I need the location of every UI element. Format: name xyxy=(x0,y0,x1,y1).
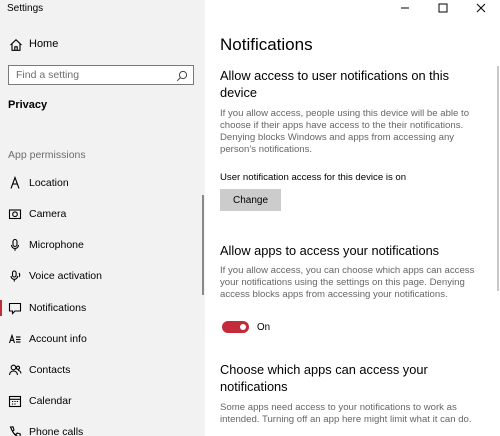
home-label: Home xyxy=(29,38,59,50)
section-description-choose-apps: Some apps need access to your notificati… xyxy=(220,402,472,425)
location-icon xyxy=(8,175,22,190)
sidebar-item-label: Phone calls xyxy=(29,426,84,436)
window-controls xyxy=(386,0,500,16)
notifications-icon xyxy=(8,301,22,315)
sidebar-item-phone-calls[interactable]: Phone calls xyxy=(0,418,205,436)
sidebar-item-account-info[interactable]: Account info xyxy=(0,325,205,353)
sidebar-item-label: Notifications xyxy=(29,302,87,314)
toggle-label: On xyxy=(257,322,271,333)
device-access-status: User notification access for this device… xyxy=(220,172,407,183)
section-heading-device-access: Allow access to user notifications on th… xyxy=(220,68,450,100)
sidebar-item-contacts[interactable]: Contacts xyxy=(0,356,205,384)
sidebar-scrollbar[interactable] xyxy=(202,195,204,295)
close-icon xyxy=(476,3,486,13)
search-icon[interactable] xyxy=(176,69,188,82)
minimize-button[interactable] xyxy=(386,0,424,16)
camera-icon xyxy=(8,207,22,221)
group-label: App permissions xyxy=(8,149,86,161)
sidebar-item-calendar[interactable]: Calendar xyxy=(0,387,205,415)
microphone-icon xyxy=(8,238,22,252)
sidebar-item-camera[interactable]: Camera xyxy=(0,200,205,228)
minimize-icon xyxy=(401,7,409,9)
search-input[interactable] xyxy=(9,66,169,84)
sidebar-item-label: Calendar xyxy=(29,395,72,407)
sidebar-item-location[interactable]: Location xyxy=(0,169,205,197)
sidebar-item-label: Microphone xyxy=(29,239,84,251)
sidebar-item-label: Location xyxy=(29,177,69,189)
home-icon xyxy=(9,38,23,52)
sidebar-item-label: Camera xyxy=(29,208,67,220)
sidebar-item-label: Account info xyxy=(29,333,87,345)
change-button[interactable]: Change xyxy=(220,189,281,211)
contacts-icon xyxy=(8,363,22,377)
app-access-toggle[interactable] xyxy=(222,321,249,333)
voice-activation-icon xyxy=(8,269,22,283)
main-scrollbar[interactable] xyxy=(497,66,499,291)
maximize-icon xyxy=(438,3,448,13)
sidebar-item-label: Contacts xyxy=(29,364,71,376)
search-box[interactable] xyxy=(8,65,194,85)
section-heading-app-access: Allow apps to access your notifications xyxy=(220,243,440,258)
calendar-icon xyxy=(8,394,22,408)
toggle-knob xyxy=(240,324,246,330)
section-heading-choose-apps: Choose which apps can access your notifi… xyxy=(220,362,428,394)
sidebar-item-microphone[interactable]: Microphone xyxy=(0,231,205,259)
sidebar-item-voice-activation[interactable]: Voice activation xyxy=(0,262,205,290)
sidebar-item-notifications[interactable]: Notifications xyxy=(0,294,205,322)
main-content: Notifications Allow access to user notif… xyxy=(205,0,500,436)
close-button[interactable] xyxy=(462,0,500,16)
section-description-device-access: If you allow access, people using this d… xyxy=(220,108,470,155)
maximize-button[interactable] xyxy=(424,0,462,16)
home-nav-item[interactable]: Home xyxy=(0,34,205,56)
section-title: Privacy xyxy=(8,99,48,111)
sidebar-item-label: Voice activation xyxy=(29,270,102,282)
sidebar: Settings Home Privacy App permissions Lo… xyxy=(0,0,205,436)
app-title: Settings xyxy=(7,3,44,14)
account-info-icon xyxy=(8,332,22,346)
phone-calls-icon xyxy=(8,425,22,436)
page-title: Notifications xyxy=(220,35,313,54)
section-description-app-access: If you allow access, you can choose whic… xyxy=(220,265,475,300)
